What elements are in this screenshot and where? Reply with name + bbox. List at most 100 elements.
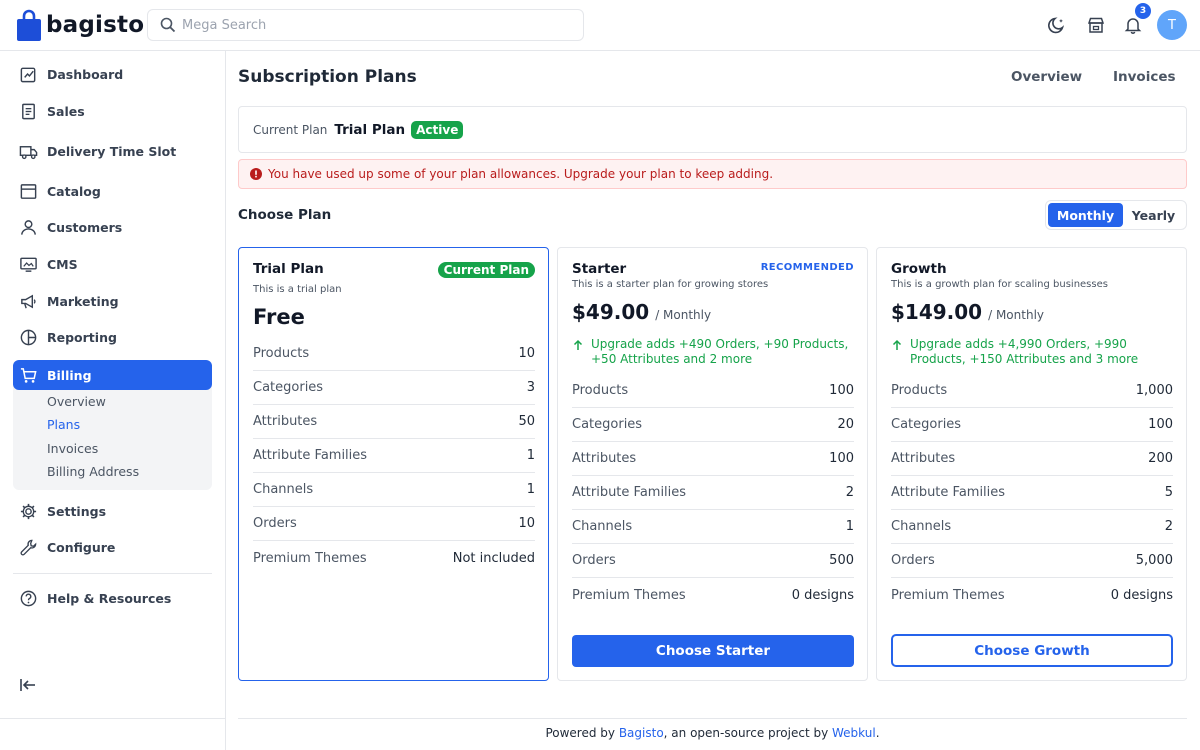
- feature-value: 1: [845, 519, 854, 534]
- storefront-icon[interactable]: [1085, 14, 1107, 36]
- tab-overview[interactable]: Overview: [1011, 69, 1082, 85]
- current-plan-box: Current Plan Trial Plan Active: [238, 106, 1187, 153]
- sidebar-item-cms[interactable]: CMS: [13, 249, 212, 279]
- feature-value: 1: [526, 482, 535, 497]
- status-badge: Active: [411, 120, 464, 139]
- feature-label: Attributes: [572, 451, 637, 466]
- feature-label: Channels: [253, 482, 314, 497]
- upgrade-note: Upgrade adds +490 Orders, +90 Products, …: [572, 337, 857, 366]
- sidebar-item-billing[interactable]: Billing: [13, 360, 212, 390]
- current-plan-badge: Current Plan: [437, 262, 535, 278]
- mega-search[interactable]: [147, 9, 584, 41]
- plan-description: This is a growth plan for scaling busine…: [891, 279, 1108, 290]
- plan-price: Free: [253, 305, 305, 329]
- feature-label: Channels: [572, 519, 633, 534]
- feature-row: Attribute Families 5: [891, 476, 1173, 510]
- feature-row: Products 100: [572, 374, 854, 408]
- cart-icon: [20, 367, 37, 383]
- feature-label: Premium Themes: [891, 587, 1005, 603]
- tab-invoices[interactable]: Invoices: [1113, 69, 1176, 85]
- sidebar-item-customers[interactable]: Customers: [13, 212, 212, 242]
- plan-name: Growth: [891, 261, 947, 277]
- feature-label: Premium Themes: [253, 550, 367, 566]
- bagisto-logo[interactable]: bagisto: [17, 9, 144, 41]
- feature-value: 500: [829, 553, 854, 568]
- collapse-sidebar-icon[interactable]: [19, 676, 37, 694]
- feature-label: Attributes: [891, 451, 956, 466]
- feature-label: Products: [572, 383, 629, 398]
- toggle-monthly[interactable]: Monthly: [1048, 203, 1123, 227]
- page-title: Subscription Plans: [238, 67, 417, 87]
- feature-row: Attributes 100: [572, 442, 854, 476]
- feature-label: Categories: [572, 417, 643, 432]
- notification-count-badge: 3: [1135, 3, 1151, 19]
- sidebar-subitem-billing-address[interactable]: Billing Address: [47, 464, 139, 479]
- price-period: / Monthly: [655, 308, 712, 322]
- bagisto-link[interactable]: Bagisto: [619, 726, 664, 740]
- plan-description: This is a starter plan for growing store…: [572, 279, 769, 290]
- feature-label: Products: [891, 383, 948, 398]
- sidebar-item-label: Sales: [47, 103, 85, 119]
- feature-value: 2: [845, 485, 854, 500]
- plan-name: Starter: [572, 261, 627, 277]
- sidebar-item-reporting[interactable]: Reporting: [13, 322, 212, 352]
- choose-growth-button[interactable]: Choose Growth: [891, 634, 1173, 667]
- sidebar-subitem-overview[interactable]: Overview: [47, 394, 106, 409]
- sidebar-item-label: Reporting: [47, 329, 117, 345]
- feature-value: 1: [526, 448, 535, 463]
- feature-value: 3: [526, 380, 535, 395]
- allowance-alert: You have used up some of your plan allow…: [238, 159, 1187, 189]
- feature-value: 20: [837, 417, 854, 432]
- feature-row: Attributes 200: [891, 442, 1173, 476]
- feature-value: 1,000: [1135, 383, 1173, 398]
- price-period: / Monthly: [988, 308, 1044, 322]
- sidebar-item-configure[interactable]: Configure: [13, 532, 212, 562]
- sidebar-subitem-plans[interactable]: Plans: [47, 417, 80, 432]
- feature-row: Attribute Families 2: [572, 476, 854, 510]
- sidebar-item-help-resources[interactable]: Help & Resources: [13, 583, 212, 613]
- feature-value: 2: [1164, 519, 1173, 534]
- sidebar: Dashboard Sales Delivery Time Slot Catal…: [0, 51, 226, 750]
- feature-value: 0 designs: [1110, 587, 1173, 603]
- dark-mode-icon[interactable]: [1046, 14, 1068, 36]
- price-amount: $149.00: [891, 300, 983, 324]
- feature-value: 5: [1164, 485, 1173, 500]
- plan-name: Trial Plan: [253, 261, 324, 277]
- sidebar-item-settings[interactable]: Settings: [13, 496, 212, 526]
- sidebar-item-dashboard[interactable]: Dashboard: [13, 59, 212, 89]
- sidebar-item-sales[interactable]: Sales: [13, 96, 212, 126]
- toggle-yearly[interactable]: Yearly: [1123, 203, 1184, 227]
- choose-starter-button[interactable]: Choose Starter: [572, 635, 854, 667]
- footer-divider: [238, 718, 1187, 719]
- feature-label: Orders: [253, 516, 297, 531]
- webkul-link[interactable]: Webkul: [832, 726, 876, 740]
- sidebar-item-label: Customers: [47, 219, 123, 235]
- sidebar-item-label: CMS: [47, 256, 78, 272]
- sidebar-item-label: Marketing: [47, 293, 119, 309]
- help-icon: [20, 590, 37, 606]
- top-header: bagisto 3 T: [0, 0, 1200, 51]
- choose-plan-title: Choose Plan: [238, 207, 332, 223]
- feature-row: Categories 100: [891, 408, 1173, 442]
- pie-chart-icon: [20, 329, 37, 345]
- feature-value: 50: [518, 414, 535, 429]
- upgrade-text: Upgrade adds +4,990 Orders, +990 Product…: [910, 337, 1139, 366]
- plan-description: This is a trial plan: [253, 284, 342, 295]
- sidebar-item-delivery-time-slot[interactable]: Delivery Time Slot: [13, 136, 212, 166]
- sidebar-item-marketing[interactable]: Marketing: [13, 286, 212, 316]
- footer-prefix: Powered by: [545, 726, 619, 740]
- sidebar-item-catalog[interactable]: Catalog: [13, 176, 212, 206]
- feature-value: 200: [1148, 451, 1173, 466]
- feature-row: Channels 1: [572, 510, 854, 544]
- search-input[interactable]: [182, 17, 562, 33]
- sidebar-subitem-invoices[interactable]: Invoices: [47, 441, 98, 456]
- user-avatar[interactable]: T: [1157, 10, 1187, 40]
- sidebar-item-label: Delivery Time Slot: [47, 143, 177, 159]
- feature-row: Channels 1: [253, 473, 535, 507]
- feature-row: Attributes 50: [253, 405, 535, 439]
- feature-label: Channels: [891, 519, 952, 534]
- feature-row: Categories 3: [253, 371, 535, 405]
- feature-row: Orders 10: [253, 507, 535, 541]
- search-icon: [160, 17, 176, 33]
- footer: Powered by Bagisto, an open-source proje…: [238, 726, 1187, 740]
